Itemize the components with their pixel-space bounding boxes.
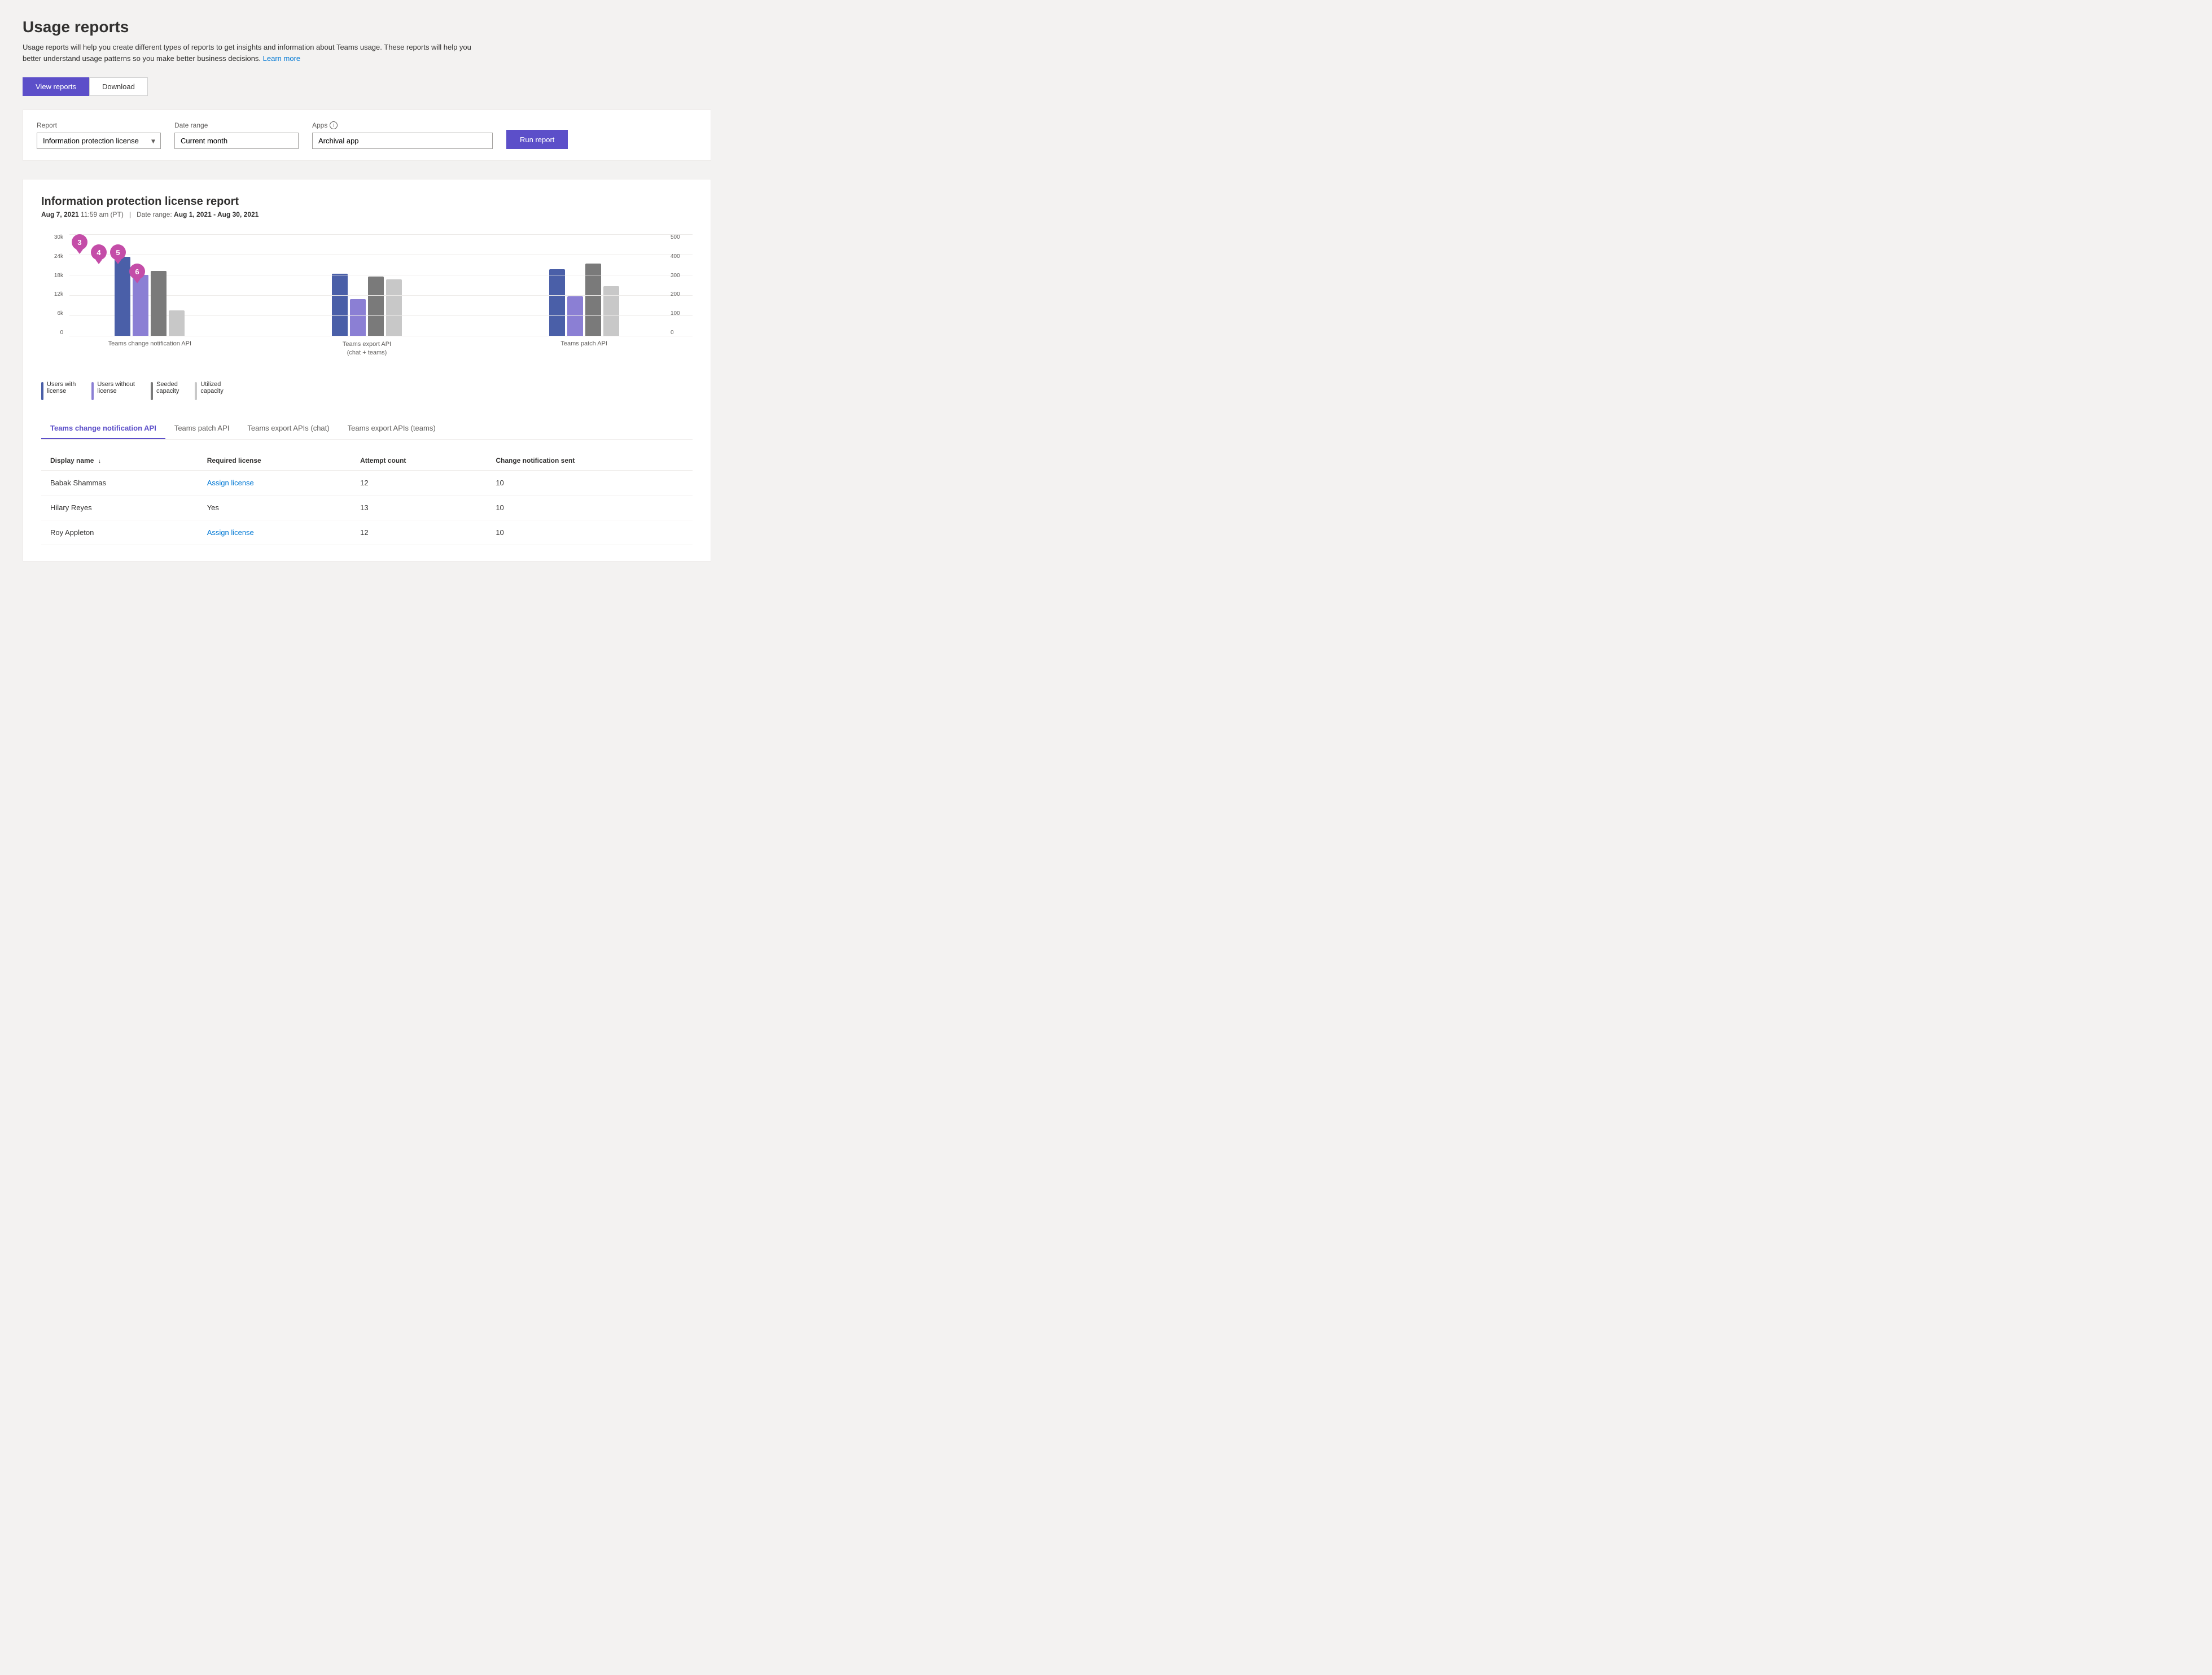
apps-info-icon[interactable]: i	[330, 121, 338, 129]
col-required-license: Required license	[198, 451, 351, 471]
col-display-name: Display name ↓	[41, 451, 198, 471]
bar-patch-api-users-license	[549, 269, 565, 336]
bubble-5: 5	[110, 244, 126, 260]
data-table: Display name ↓ Required license Attempt …	[41, 451, 693, 545]
apps-filter-group: Apps i	[312, 121, 493, 149]
legend-color-blue	[41, 382, 43, 400]
bar-patch-api-seeded	[585, 264, 601, 336]
bar-group-1: 3 4 5 6	[69, 257, 230, 336]
cell-attempts-hilary: 13	[351, 496, 487, 520]
date-range-label: Date range	[174, 121, 299, 129]
bar-export-api-seeded	[368, 277, 384, 336]
chart-x-labels: Teams change notification API Teams expo…	[69, 340, 664, 358]
bar-patch-api-utilized	[603, 286, 619, 336]
date-range-filter-group: Date range	[174, 121, 299, 149]
bar-change-api-seeded	[151, 271, 167, 336]
bar-change-api-users-no-license	[133, 275, 148, 336]
table-row: Roy Appleton Assign license 12 10	[41, 520, 693, 545]
cell-license-roy: Assign license	[198, 520, 351, 545]
data-tab-patch-api[interactable]: Teams patch API	[165, 418, 239, 439]
bar-change-api-users-license	[115, 257, 130, 336]
bubble-6: 6	[129, 264, 145, 279]
bar-group-2	[287, 274, 448, 336]
y-axis-right: 0 100 200 300 400 500	[667, 234, 693, 336]
table-header-row: Display name ↓ Required license Attempt …	[41, 451, 693, 471]
cell-attempts-roy: 12	[351, 520, 487, 545]
legend-seeded-capacity: Seededcapacity	[151, 381, 179, 400]
bar-patch-api-users-no-license	[567, 296, 583, 336]
legend-color-purple	[91, 382, 94, 400]
cell-sent-hilary: 10	[487, 496, 693, 520]
sort-icon[interactable]: ↓	[98, 458, 101, 464]
assign-license-link-roy[interactable]: Assign license	[207, 528, 254, 537]
col-change-notification-sent: Change notification sent	[487, 451, 693, 471]
report-title: Information protection license report	[41, 195, 693, 208]
data-tab-export-teams[interactable]: Teams export APIs (teams)	[339, 418, 445, 439]
bar-export-api-users-license	[332, 274, 348, 336]
cell-sent-babak: 10	[487, 471, 693, 496]
page-description: Usage reports will help you create diffe…	[23, 42, 485, 64]
data-tab-bar: Teams change notification API Teams patc…	[41, 418, 693, 440]
page-title: Usage reports	[23, 18, 711, 36]
learn-more-link[interactable]: Learn more	[263, 54, 300, 63]
cell-name-roy: Roy Appleton	[41, 520, 198, 545]
bar-export-api-utilized	[386, 279, 402, 336]
legend-utilized-capacity: Utilizedcapacity	[195, 381, 223, 400]
report-select[interactable]: Information protection license	[37, 133, 161, 149]
chart-label-export-api: Teams export API(chat + teams)	[287, 340, 448, 358]
report-filter-group: Report Information protection license	[37, 121, 161, 149]
legend-color-gray	[151, 382, 153, 400]
chart-label-patch-api: Teams patch API	[503, 340, 664, 358]
legend-users-with-license: Users withlicense	[41, 381, 76, 400]
view-reports-tab[interactable]: View reports	[23, 77, 89, 96]
report-meta: Aug 7, 2021 11:59 am (PT) | Date range: …	[41, 211, 693, 218]
bar-group-3	[503, 264, 664, 336]
bar-export-api-users-no-license	[350, 299, 366, 336]
chart-container: 0 6k 12k 18k 24k 30k 0 100 200 300 400 5…	[41, 234, 693, 358]
cell-name-hilary: Hilary Reyes	[41, 496, 198, 520]
report-label: Report	[37, 121, 161, 129]
cell-sent-roy: 10	[487, 520, 693, 545]
report-card: Information protection license report Au…	[23, 179, 711, 562]
table-row: Babak Shammas Assign license 12 10	[41, 471, 693, 496]
data-tab-change-notification[interactable]: Teams change notification API	[41, 418, 165, 439]
bars-area: 3 4 5 6	[69, 234, 664, 336]
bubble-4: 4	[91, 244, 107, 260]
cell-license-babak: Assign license	[198, 471, 351, 496]
chart-label-change-api: Teams change notification API	[69, 340, 230, 358]
bar-change-api-utilized	[169, 310, 185, 336]
cell-name-babak: Babak Shammas	[41, 471, 198, 496]
col-attempt-count: Attempt count	[351, 451, 487, 471]
cell-license-hilary: Yes	[198, 496, 351, 520]
filter-panel: Report Information protection license Da…	[23, 109, 711, 161]
data-tab-export-chat[interactable]: Teams export APIs (chat)	[238, 418, 338, 439]
bubble-3: 3	[72, 234, 87, 250]
report-select-wrapper: Information protection license	[37, 133, 161, 149]
legend-color-light	[195, 382, 197, 400]
download-tab[interactable]: Download	[89, 77, 148, 96]
assign-license-link-babak[interactable]: Assign license	[207, 479, 254, 487]
date-range-input[interactable]	[174, 133, 299, 149]
y-axis-left: 0 6k 12k 18k 24k 30k	[41, 234, 67, 336]
cell-attempts-babak: 12	[351, 471, 487, 496]
table-row: Hilary Reyes Yes 13 10	[41, 496, 693, 520]
chart-legend: Users withlicense Users withoutlicense S…	[41, 381, 693, 400]
run-report-button[interactable]: Run report	[506, 130, 568, 149]
legend-users-without-license: Users withoutlicense	[91, 381, 135, 400]
apps-input[interactable]	[312, 133, 493, 149]
main-tab-bar: View reports Download	[23, 77, 711, 96]
apps-label: Apps i	[312, 121, 493, 129]
